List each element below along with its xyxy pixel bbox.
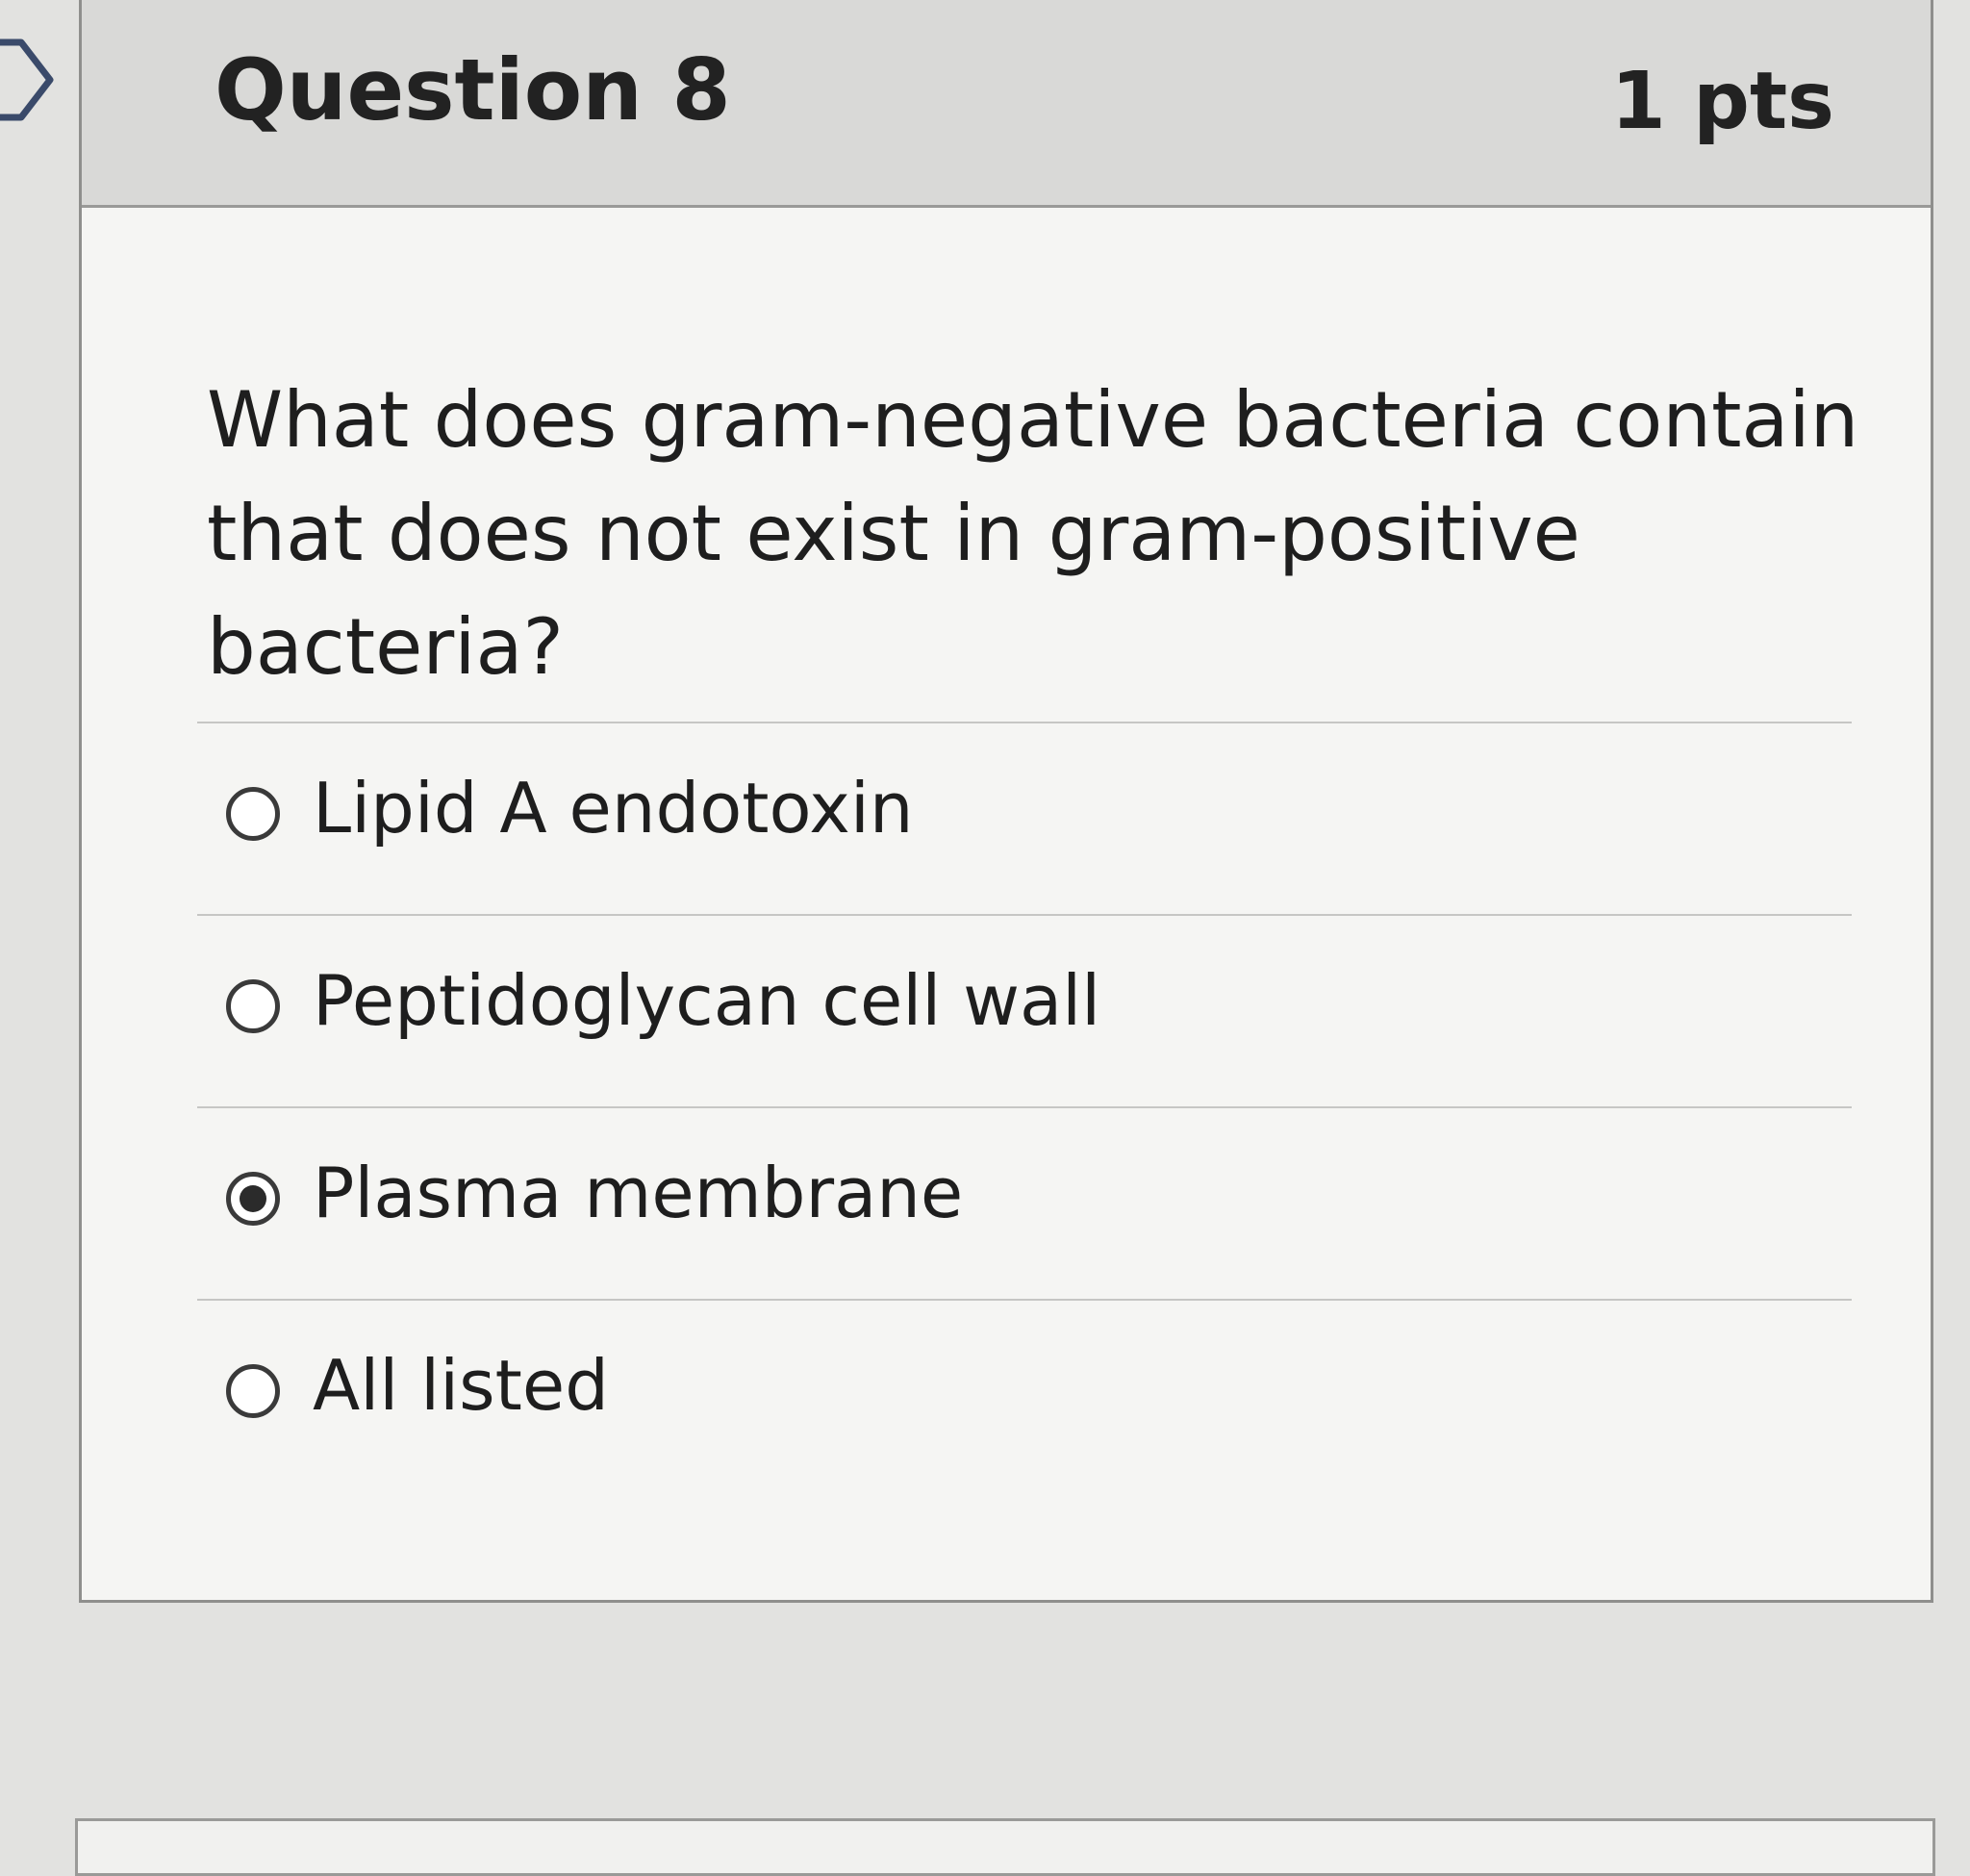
question-text: What does gram-negative bacteria contain… [207,375,1859,692]
answer-option[interactable]: Lipid A endotoxin [197,722,1852,914]
radio-button[interactable] [226,979,280,1033]
radio-button[interactable] [226,1172,280,1226]
answer-label[interactable]: Peptidoglycan cell wall [313,960,1100,1041]
question-title: Question 8 [215,40,731,139]
question-points: 1 pts [1610,56,1834,147]
next-question-card-edge [75,1818,1935,1876]
radio-button[interactable] [226,787,280,841]
answer-option[interactable]: Peptidoglycan cell wall [197,914,1852,1106]
answer-label[interactable]: All listed [313,1345,609,1426]
answer-label[interactable]: Lipid A endotoxin [313,768,914,849]
flag-icon[interactable] [0,38,58,121]
answer-option[interactable]: All listed [197,1299,1852,1491]
question-header: Question 8 1 pts [82,0,1931,208]
question-card: Question 8 1 pts What does gram-negative… [79,0,1933,1603]
answer-list: Lipid A endotoxin Peptidoglycan cell wal… [197,722,1852,1491]
answer-label[interactable]: Plasma membrane [313,1153,963,1233]
radio-button[interactable] [226,1364,280,1418]
answer-option[interactable]: Plasma membrane [197,1106,1852,1299]
